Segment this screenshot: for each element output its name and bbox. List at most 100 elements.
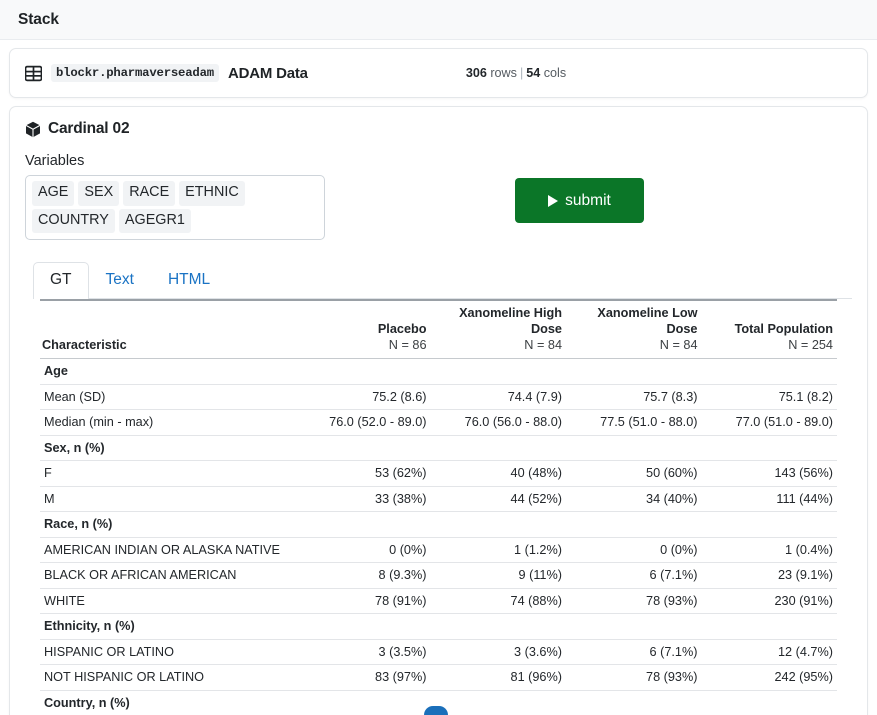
output-tabs: GT Text HTML: [33, 262, 852, 299]
meta-separator: |: [519, 66, 524, 80]
table-row: BLACK OR AFRICAN AMERICAN 8 (9.3%) 9 (11%)…: [40, 562, 837, 589]
table-row: NOT HISPANIC OR LATINO 83 (97%) 81 (96%) 78…: [40, 664, 837, 691]
module-card: Cardinal 02 Variables AGE SEX RACE ETHNI…: [9, 106, 868, 715]
table-cell: [295, 511, 431, 538]
column-label: Placebo: [377, 321, 427, 336]
table-header-row: Characteristic Placebo N = 86 Xanomeline…: [40, 298, 837, 359]
table-row: Age: [40, 358, 837, 385]
table-body: Age Mean (SD) 75.2 (8.6) 74.4 (7.9) 75.7 (8.…: [40, 358, 837, 715]
variable-chip[interactable]: COUNTRY: [32, 208, 115, 234]
row-group-label: Race, n (%): [40, 511, 295, 538]
app-header: Stack: [0, 0, 877, 40]
variable-chip[interactable]: AGEGR1: [118, 208, 191, 234]
variable-chip[interactable]: SEX: [78, 181, 120, 206]
table-row: Race, n (%): [40, 511, 837, 538]
table-cell: [701, 435, 837, 461]
table-cell: 0 (0%): [295, 537, 431, 563]
table-cell: [295, 358, 431, 385]
table-cell: 33 (38%): [295, 486, 431, 512]
column-n: N = 84: [524, 338, 562, 353]
tab-html[interactable]: HTML: [151, 262, 227, 299]
variables-select[interactable]: AGE SEX RACE ETHNIC COUNTRY AGEGR1: [25, 175, 325, 241]
table-cell: 12 (4.7%): [701, 639, 837, 665]
row-label: HISPANIC OR LATINO: [40, 639, 295, 665]
module-title: Cardinal 02: [48, 120, 130, 137]
table-cell: [566, 435, 702, 461]
table-cell: [566, 511, 702, 538]
scroll-indicator-pill[interactable]: [424, 706, 448, 715]
module-header: Cardinal 02: [25, 120, 852, 138]
table-row: HISPANIC OR LATINO 3 (3.5%) 3 (3.6%) 6 (7.1…: [40, 639, 837, 665]
column-n: N = 84: [659, 338, 698, 353]
table-cell: 78 (91%): [295, 588, 431, 614]
variable-chip[interactable]: ETHNIC: [179, 181, 245, 206]
table-cell: 50 (60%): [566, 460, 702, 487]
dataset-card[interactable]: blockr.pharmaverseadam ADAM Data 306 row…: [9, 48, 868, 98]
table-cell: 23 (9.1%): [701, 562, 837, 589]
column-header-placebo: Placebo N = 86: [295, 298, 431, 359]
table-cell: 76.0 (52.0 - 89.0): [295, 409, 431, 436]
gt-table-panel: Characteristic Placebo N = 86 Xanomeline…: [25, 298, 852, 715]
table-cell: [701, 358, 837, 385]
module-body: AGE SEX RACE ETHNIC COUNTRY AGEGR1 submi…: [25, 175, 852, 241]
column-label: Xanomeline Low Dose: [597, 305, 698, 336]
table-cell: 9 (11%): [430, 562, 566, 589]
table-grid-icon: [25, 65, 42, 81]
table-cell: 75.7 (8.3): [566, 384, 702, 410]
table-cell: 78 (93%): [566, 664, 702, 691]
tab-gt[interactable]: GT: [33, 262, 89, 299]
table-row: WHITE 78 (91%) 74 (88%) 78 (93%) 230 (91%): [40, 588, 837, 614]
table-cell: 8 (9.3%): [295, 562, 431, 589]
table-cell: [430, 613, 566, 640]
table-cell: [430, 358, 566, 385]
table-cell: 3 (3.6%): [430, 639, 566, 665]
row-label: M: [40, 486, 295, 512]
row-label: AMERICAN INDIAN OR ALASKA NATIVE: [40, 537, 295, 563]
row-group-label: Country, n (%): [40, 690, 295, 715]
column-label: Xanomeline High Dose: [459, 305, 562, 336]
variable-chip[interactable]: AGE: [32, 181, 75, 206]
table-cell: 143 (56%): [701, 460, 837, 487]
submit-button[interactable]: submit: [515, 178, 644, 223]
play-icon: [548, 194, 559, 207]
table-cell: 242 (95%): [701, 664, 837, 691]
table-cell: 77.0 (51.0 - 89.0): [701, 409, 837, 436]
table-cell: 83 (97%): [295, 664, 431, 691]
table-cell: 1 (0.4%): [701, 537, 837, 563]
row-label: NOT HISPANIC OR LATINO: [40, 664, 295, 691]
table-cell: [295, 435, 431, 461]
tab-text[interactable]: Text: [89, 262, 151, 299]
variable-chip[interactable]: RACE: [123, 181, 176, 206]
dataset-badge: blockr.pharmaverseadam: [51, 64, 219, 82]
table-cell: 3 (3.5%): [295, 639, 431, 665]
table-cell: [566, 613, 702, 640]
table-cell: [430, 435, 566, 461]
table-cell: 74.4 (7.9): [430, 384, 566, 410]
table-cell: 40 (48%): [430, 460, 566, 487]
table-cell: [701, 511, 837, 538]
table-cell: 6 (7.1%): [566, 562, 702, 589]
table-row: F 53 (62%) 40 (48%) 50 (60%) 143 (56%): [40, 460, 837, 487]
col-label: cols: [540, 66, 567, 80]
table-cell: [701, 613, 837, 640]
table-cell: 44 (52%): [430, 486, 566, 512]
table-cell: [295, 690, 431, 715]
table-cell: [295, 613, 431, 640]
table-row: Mean (SD) 75.2 (8.6) 74.4 (7.9) 75.7 (8.3) 7…: [40, 384, 837, 410]
table-cell: 53 (62%): [295, 460, 431, 487]
table-cell: 6 (7.1%): [566, 639, 702, 665]
row-label: BLACK OR AFRICAN AMERICAN: [40, 562, 295, 589]
table-cell: [701, 690, 837, 715]
dataset-meta: 306 rows | 54 cols: [466, 66, 566, 80]
column-header-characteristic: Characteristic: [40, 298, 295, 359]
table-cell: 75.2 (8.6): [295, 384, 431, 410]
submit-button-label: submit: [565, 191, 611, 209]
row-group-label: Age: [40, 358, 295, 385]
table-cell: 77.5 (51.0 - 88.0): [566, 409, 702, 436]
table-cell: [430, 511, 566, 538]
column-header-total-population: Total Population N = 254: [701, 298, 837, 359]
table-row: Sex, n (%): [40, 435, 837, 461]
column-header-xanomeline-high-dose: Xanomeline High Dose N = 84: [430, 298, 566, 359]
table-row: Ethnicity, n (%): [40, 613, 837, 640]
cube-icon: [25, 121, 41, 137]
